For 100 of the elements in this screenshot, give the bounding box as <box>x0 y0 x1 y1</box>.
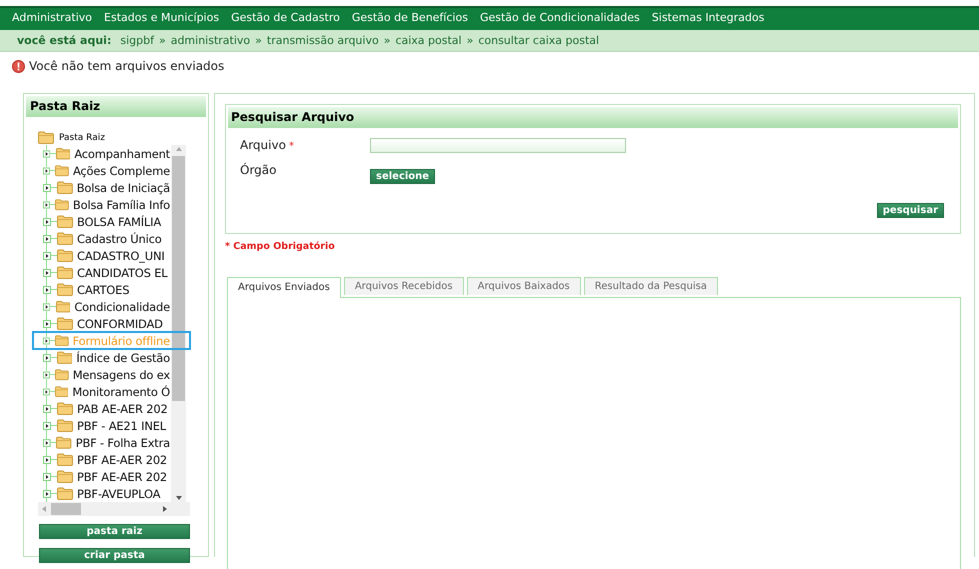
expand-icon[interactable] <box>43 388 50 396</box>
folder-icon <box>54 334 69 347</box>
expand-icon[interactable] <box>43 370 50 378</box>
scroll-right-arrow-icon[interactable] <box>162 505 168 513</box>
expand-icon[interactable] <box>43 438 51 446</box>
folder-icon <box>57 402 73 415</box>
folder-icon <box>57 215 73 228</box>
field-label: Arquivo <box>240 138 286 152</box>
breadcrumb-separator: » <box>384 34 390 47</box>
error-icon <box>12 60 25 72</box>
folder-icon <box>56 147 70 160</box>
expand-icon[interactable] <box>43 218 51 226</box>
breadcrumb-label: você está aqui: <box>17 34 112 47</box>
expand-icon[interactable] <box>43 320 51 328</box>
folder-item[interactable]: PBF AE-AER 202 <box>76 452 168 466</box>
folder-item[interactable]: CONFORMIDAD <box>76 316 164 330</box>
menu-item[interactable]: Estados e Municípios <box>104 11 220 26</box>
folder-icon <box>55 164 69 177</box>
expand-icon[interactable] <box>43 302 50 310</box>
folder-item[interactable]: Ações Compleme <box>72 164 171 178</box>
folder-item[interactable]: CANDIDATOS EL <box>76 266 168 280</box>
menu-item[interactable]: Administrativo <box>12 11 92 26</box>
folder-icon <box>54 368 69 381</box>
folder-icon <box>55 198 69 211</box>
folder-item[interactable]: PBF - AE21 INEL <box>76 418 167 432</box>
expand-icon[interactable] <box>43 336 50 344</box>
menu-item[interactable]: Gestão de Condicionalidades <box>480 11 640 26</box>
folder-item[interactable]: BOLSA FAMÍLIA <box>76 214 162 228</box>
folder-icon <box>57 232 73 245</box>
breadcrumb-separator: » <box>466 34 474 47</box>
panel-header: Pasta Raiz <box>26 96 206 117</box>
tab[interactable]: Arquivos Recebidos <box>344 277 464 295</box>
breadcrumb-link[interactable]: administrativo <box>170 34 250 47</box>
breadcrumb-separator: » <box>158 34 166 47</box>
expand-icon[interactable] <box>43 184 51 192</box>
expand-icon[interactable] <box>43 404 51 412</box>
folder-icon <box>38 131 54 144</box>
tab[interactable]: Arquivos Enviados <box>227 277 341 298</box>
expand-icon[interactable] <box>43 150 50 158</box>
scroll-down-arrow-icon[interactable] <box>174 494 182 502</box>
folder-item[interactable]: Acompanhament <box>73 146 171 160</box>
folder-icon <box>57 249 73 262</box>
status-message: Você não tem arquivos enviados <box>29 59 224 73</box>
folder-item[interactable]: PBF AE-AER 202 <box>76 470 168 484</box>
expand-icon[interactable] <box>43 252 51 260</box>
folder-item[interactable]: PBF-AVEUPLOA <box>76 486 162 500</box>
expand-icon[interactable] <box>43 234 51 242</box>
folder-item[interactable]: PAB AE-AER 202 <box>76 402 169 416</box>
menu-item[interactable]: Sistemas Integrados <box>652 11 764 26</box>
folder-item[interactable]: Monitoramento Ó <box>71 384 171 398</box>
folder-item[interactable]: CADASTRO_UNI <box>76 248 166 262</box>
required-mark: * <box>288 141 294 152</box>
expand-icon[interactable] <box>43 490 51 498</box>
folder-icon <box>56 181 73 194</box>
folder-item[interactable]: Bolsa de Iniciaçã <box>76 180 171 194</box>
field-label: Órgão <box>240 163 276 177</box>
expand-icon[interactable] <box>43 200 50 208</box>
folder-icon <box>56 351 72 364</box>
folder-button[interactable]: pasta raiz <box>39 524 190 539</box>
folder-icon <box>57 453 73 466</box>
folder-item[interactable]: CARTOES <box>76 282 130 296</box>
breadcrumb-link[interactable]: caixa postal <box>395 34 462 47</box>
folder-item[interactable]: Mensagens do ex <box>72 368 171 382</box>
folder-item[interactable]: Índice de Gestão <box>75 350 171 364</box>
folder-icon <box>57 283 73 296</box>
panel-header: Pesquisar Arquivo <box>228 107 958 128</box>
expand-icon[interactable] <box>43 422 51 430</box>
expand-icon[interactable] <box>43 268 51 276</box>
tab[interactable]: Arquivos Baixados <box>466 277 581 295</box>
folder-icon <box>56 300 70 313</box>
expand-icon[interactable] <box>43 166 50 174</box>
breadcrumb-link[interactable]: transmissão arquivo <box>266 34 379 47</box>
expand-icon[interactable] <box>43 354 51 362</box>
tab[interactable]: Resultado da Pesquisa <box>584 277 718 295</box>
expand-icon[interactable] <box>43 286 51 294</box>
folder-icon <box>57 266 73 279</box>
menu-item[interactable]: Gestão de Benefícios <box>352 11 468 26</box>
folder-item[interactable]: Cadastro Único <box>76 232 163 246</box>
folder-item[interactable]: Bolsa Família Info <box>72 198 171 212</box>
folder-icon <box>57 470 73 483</box>
folder-item[interactable]: Condicionalidade <box>73 300 171 314</box>
breadcrumb-separator: » <box>255 34 262 47</box>
vertical-scrollbar[interactable] <box>171 145 186 502</box>
expand-icon[interactable] <box>43 456 51 464</box>
horizontal-scrollbar[interactable] <box>38 502 190 516</box>
expand-icon[interactable] <box>43 472 51 480</box>
tree-root-label[interactable]: Pasta Raiz <box>59 132 105 142</box>
search-button[interactable]: pesquisar <box>876 203 944 218</box>
folder-icon <box>57 487 73 500</box>
menu-item[interactable]: Gestão de Cadastro <box>231 11 340 26</box>
folder-icon <box>56 436 72 449</box>
folder-item[interactable]: PBF - Folha Extra <box>74 436 171 450</box>
select-button[interactable]: selecione <box>370 169 436 184</box>
breadcrumb-link[interactable]: consultar caixa postal <box>478 34 600 47</box>
folder-icon <box>57 317 73 330</box>
folder-icon <box>57 419 73 432</box>
folder-icon <box>54 385 68 398</box>
breadcrumb-link[interactable]: sigpbf <box>120 34 154 47</box>
folder-button[interactable]: criar pasta <box>39 548 190 563</box>
file-input-field[interactable] <box>370 138 626 153</box>
